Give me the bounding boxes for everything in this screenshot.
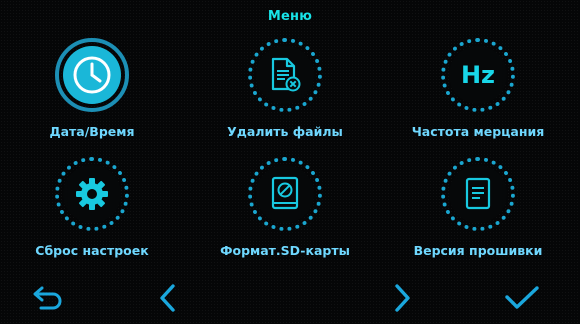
- menu-item-firmware-version[interactable]: Версия прошивки: [378, 157, 578, 261]
- confirm-button[interactable]: [502, 280, 542, 316]
- menu-item-format-sd[interactable]: Формат.SD-карты: [185, 157, 385, 261]
- sd-format-icon: [270, 176, 300, 212]
- menu-icon-ring: [55, 38, 129, 112]
- gear-icon: [75, 177, 109, 211]
- menu-icon-ring: [248, 157, 322, 231]
- menu-item-label: Сброс настроек: [35, 243, 149, 258]
- menu-item-label: Дата/Время: [49, 124, 135, 139]
- menu-item-delete-files[interactable]: Удалить файлы: [185, 38, 385, 142]
- frequency-icon: Hz: [460, 61, 496, 89]
- menu-icon-ring: [248, 38, 322, 112]
- back-button[interactable]: [28, 280, 68, 316]
- menu-item-factory-reset[interactable]: Сброс настроек: [0, 157, 192, 261]
- menu-item-label: Удалить файлы: [227, 124, 343, 139]
- document-icon: [464, 177, 492, 211]
- chevron-right-icon: [391, 283, 413, 313]
- menu-item-date-time[interactable]: Дата/Время: [0, 38, 192, 142]
- checkmark-icon: [504, 284, 540, 312]
- page-title: Меню: [267, 9, 313, 24]
- menu-icon-ring: Hz: [441, 38, 515, 112]
- menu-icon-ring: [441, 157, 515, 231]
- menu-item-label: Частота мерцания: [411, 124, 545, 139]
- back-icon: [31, 284, 65, 312]
- previous-button[interactable]: [148, 280, 188, 316]
- chevron-left-icon: [157, 283, 179, 313]
- menu-item-label: Формат.SD-карты: [220, 243, 350, 258]
- menu-item-label: Версия прошивки: [413, 243, 543, 258]
- menu-item-flicker-frequency[interactable]: Hz Частота мерцания: [378, 38, 578, 142]
- menu-icon-ring: [55, 157, 129, 231]
- clock-icon: [73, 56, 111, 94]
- delete-file-icon: [268, 57, 302, 93]
- next-button[interactable]: [382, 280, 422, 316]
